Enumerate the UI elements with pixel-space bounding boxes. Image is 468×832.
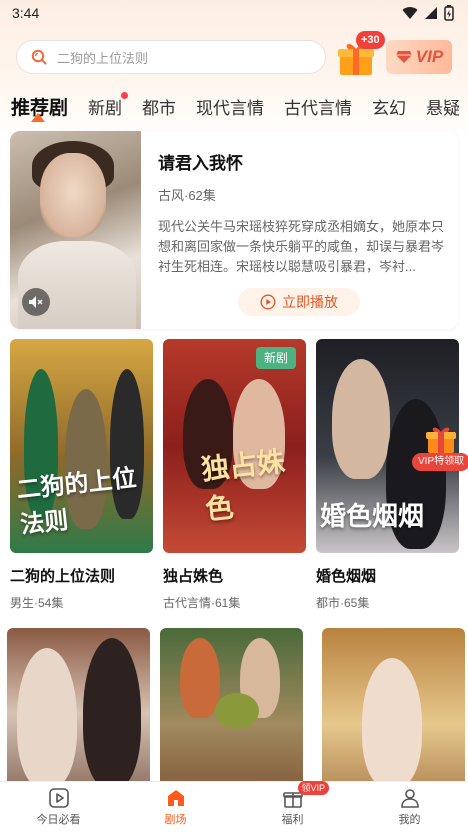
tab-label: 古代言情 bbox=[284, 98, 353, 118]
poster-basket bbox=[215, 693, 259, 729]
poster-figure bbox=[180, 638, 220, 718]
nav-mine[interactable]: 我的 bbox=[370, 787, 450, 827]
person-icon bbox=[400, 789, 419, 808]
vip-label: VIP bbox=[415, 47, 444, 66]
tab-label: 玄幻 bbox=[372, 98, 407, 118]
drama-title: 婚色烟烟 bbox=[316, 568, 377, 585]
nav-label: 今日必看 bbox=[36, 814, 81, 826]
nav-welfare[interactable]: 领VIP 福利 bbox=[253, 781, 333, 827]
tab-modern-romance[interactable]: 现代言情 bbox=[186, 94, 274, 119]
new-dot bbox=[121, 91, 129, 99]
featured-poster[interactable] bbox=[10, 131, 141, 329]
drama-meta: 都市·65集 bbox=[316, 596, 370, 610]
nav-theater[interactable]: 剧场 bbox=[136, 787, 216, 827]
gift-badge: +30 bbox=[356, 31, 385, 49]
battery-icon bbox=[444, 5, 454, 21]
nav-label: 剧场 bbox=[164, 814, 187, 826]
drama-title: 二狗的上位法则 bbox=[10, 568, 116, 585]
new-badge: 新剧 bbox=[255, 347, 296, 369]
tab-new[interactable]: 新剧 bbox=[78, 91, 132, 119]
play-now-button[interactable]: 立即播放 bbox=[238, 288, 360, 316]
featured-title: 请君入我怀 bbox=[158, 154, 243, 173]
drama-card[interactable]: 独占姝色 新剧 独占姝色 古代言情·61集 bbox=[163, 339, 306, 611]
drama-poster[interactable]: 二狗的上位法则 bbox=[10, 339, 153, 553]
nav-vip-badge: 领VIP bbox=[297, 781, 330, 795]
mute-button[interactable] bbox=[22, 288, 50, 316]
drama-card[interactable]: 婚色烟烟 婚色烟烟 都市·65集 bbox=[316, 339, 459, 611]
tab-fantasy[interactable]: 玄幻 bbox=[362, 94, 416, 119]
bottom-navigation: 今日必看 剧场 领VIP 福利 我的 bbox=[0, 781, 468, 832]
tab-label: 都市 bbox=[142, 98, 177, 118]
play-circle-icon bbox=[260, 294, 276, 310]
search-bar[interactable]: 二狗的上位法则 bbox=[16, 40, 326, 74]
poster-figure bbox=[17, 648, 77, 788]
poster-figure bbox=[332, 359, 390, 479]
vip-button[interactable]: VIP bbox=[386, 40, 452, 74]
tab-ancient-romance[interactable]: 古代言情 bbox=[274, 94, 362, 119]
tab-city[interactable]: 都市 bbox=[132, 94, 186, 119]
drama-meta: 男生·54集 bbox=[10, 596, 64, 610]
poster-figure bbox=[83, 638, 141, 788]
category-tabs: 推荐剧 新剧 都市 现代言情 古代言情 玄幻 悬疑 bbox=[0, 88, 468, 124]
status-icons bbox=[402, 5, 454, 21]
featured-description: 现代公关牛马宋瑶枝猝死穿成丞相嫡女，她原本只想和离回家做一条快乐躺平的咸鱼，却误… bbox=[158, 219, 445, 274]
nav-label: 我的 bbox=[398, 814, 421, 826]
featured-meta: 古风·62集 bbox=[158, 188, 216, 203]
play-now-label: 立即播放 bbox=[282, 294, 338, 310]
poster-title-art: 二狗的上位法则 bbox=[15, 464, 138, 539]
drama-poster[interactable]: 独占姝色 新剧 bbox=[163, 339, 306, 553]
drama-meta: 古代言情·61集 bbox=[163, 596, 241, 610]
mute-icon bbox=[29, 296, 43, 308]
nav-label: 福利 bbox=[281, 814, 304, 826]
poster-figure-face bbox=[40, 153, 106, 237]
vip-claim-tag[interactable]: VIP特领取 bbox=[412, 453, 468, 471]
active-tab-indicator bbox=[31, 113, 45, 122]
wifi-icon bbox=[402, 7, 418, 20]
play-square-icon bbox=[48, 788, 69, 808]
diamond-icon bbox=[395, 51, 412, 63]
drama-title: 独占姝色 bbox=[163, 568, 224, 585]
status-bar: 3:44 bbox=[0, 0, 468, 26]
tab-label: 悬疑 bbox=[426, 98, 461, 118]
status-time: 3:44 bbox=[12, 5, 40, 21]
home-icon bbox=[167, 790, 184, 806]
featured-card[interactable]: 请君入我怀 古风·62集 现代公关牛马宋瑶枝猝死穿成丞相嫡女，她原本只想和离回家… bbox=[10, 131, 458, 329]
search-icon bbox=[31, 49, 47, 65]
tab-label: 新剧 bbox=[88, 98, 123, 118]
search-placeholder: 二狗的上位法则 bbox=[57, 50, 149, 66]
drama-card[interactable]: 二狗的上位法则 二狗的上位法则 男生·54集 bbox=[10, 339, 153, 611]
poster-title-art: 独占姝色 bbox=[199, 445, 287, 526]
vip-gift-icon[interactable] bbox=[424, 424, 458, 454]
tab-suspense[interactable]: 悬疑 bbox=[416, 94, 468, 119]
tab-label: 现代言情 bbox=[196, 98, 265, 118]
signal-icon bbox=[425, 7, 437, 19]
poster-figure bbox=[362, 658, 422, 788]
poster-title-art: 婚色烟烟 bbox=[320, 501, 425, 531]
nav-today-must-watch[interactable]: 今日必看 bbox=[19, 787, 99, 827]
